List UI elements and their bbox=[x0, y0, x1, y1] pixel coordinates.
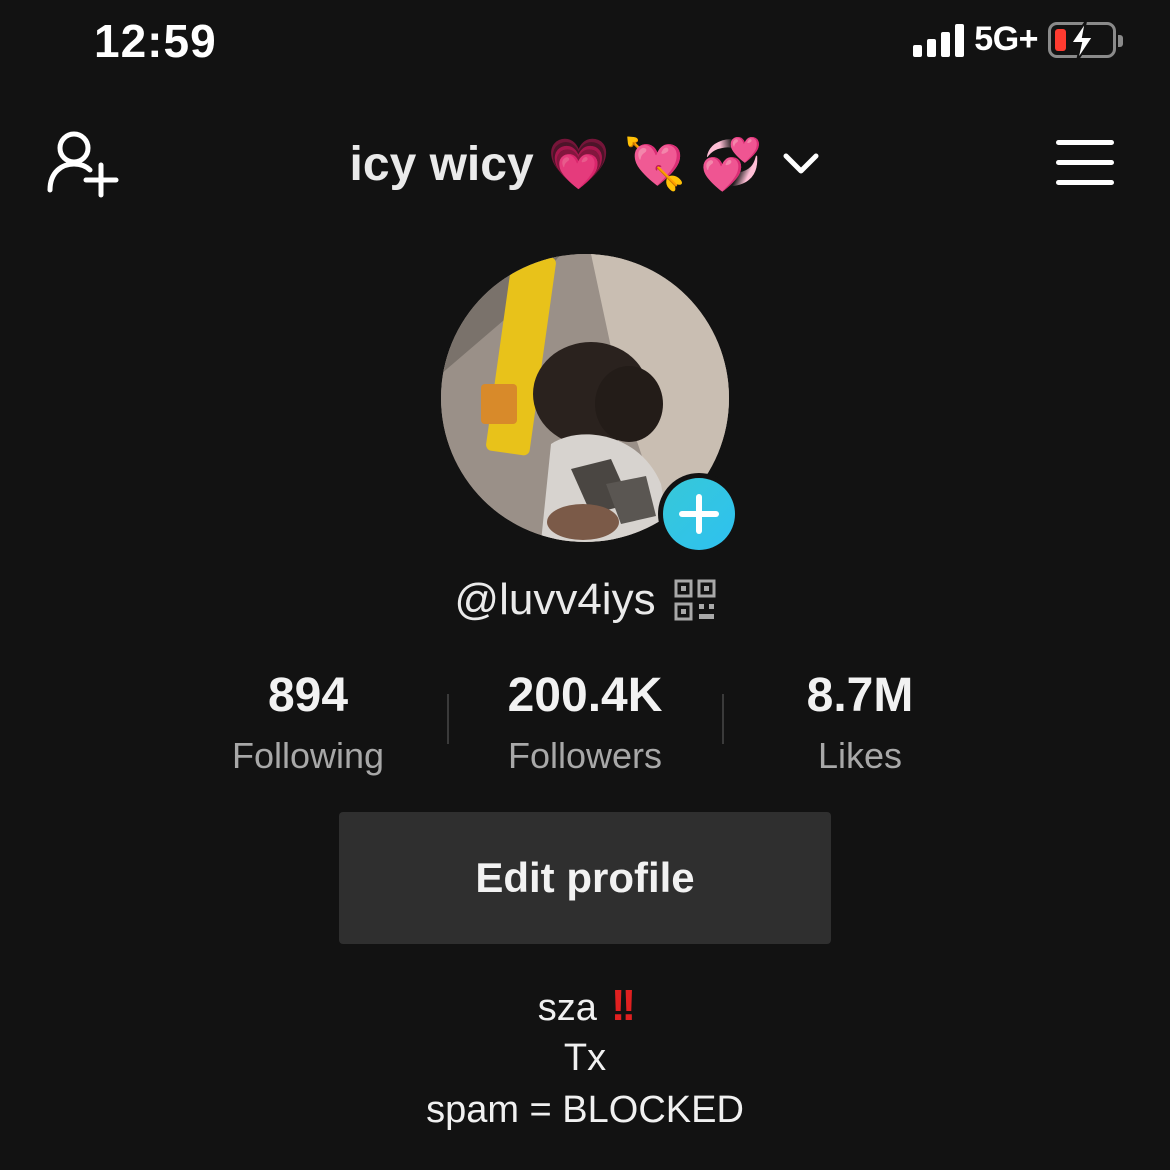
chevron-down-icon[interactable] bbox=[782, 151, 820, 177]
username-row: @luvv4iys bbox=[0, 570, 1170, 630]
battery-cap bbox=[1118, 34, 1123, 47]
bio-line-2: Tx bbox=[563, 1037, 607, 1079]
bio: sza!! Tx spam = BLOCKED bbox=[0, 980, 1170, 1136]
status-time: 12:59 bbox=[94, 15, 217, 67]
profile-stats: 894 Following 200.4K Followers 8.7M Like… bbox=[0, 668, 1170, 778]
following-label: Following bbox=[231, 735, 385, 776]
stat-following[interactable]: 894 Following bbox=[198, 668, 418, 777]
username: @luvv4iys bbox=[454, 575, 656, 624]
likes-label: Likes bbox=[817, 735, 903, 776]
menu-icon[interactable] bbox=[1056, 138, 1116, 188]
network-type: 5G+ bbox=[974, 20, 1038, 58]
qr-code-icon[interactable] bbox=[674, 579, 716, 621]
plus-icon bbox=[679, 494, 719, 534]
charging-bolt-icon bbox=[1069, 19, 1095, 62]
heart-arrow-emoji: 💘 bbox=[623, 136, 687, 192]
following-count: 894 bbox=[267, 669, 349, 722]
likes-count: 8.7M bbox=[806, 669, 914, 722]
bio-line-3: spam = BLOCKED bbox=[426, 1089, 744, 1131]
account-switcher[interactable]: icy wicy 💗 💘 💞 bbox=[0, 128, 1170, 200]
followers-label: Followers bbox=[507, 735, 663, 776]
stat-likes[interactable]: 8.7M Likes bbox=[750, 668, 970, 777]
two-hearts-emoji: 💞 bbox=[700, 136, 763, 192]
edit-profile-button[interactable]: Edit profile bbox=[339, 812, 831, 944]
status-indicators: 5G+ bbox=[913, 19, 1123, 62]
avatar-add-badge bbox=[663, 478, 735, 550]
account-name: icy wicy bbox=[349, 137, 534, 191]
profile-screen: 12:59 5G+ icy wicy 💗 💘 💞 @luvv4iys 894 F… bbox=[0, 0, 1170, 1170]
stat-followers[interactable]: 200.4K Followers bbox=[475, 668, 695, 777]
followers-count: 200.4K bbox=[507, 669, 663, 722]
signal-icon bbox=[913, 23, 965, 57]
add-story-button[interactable] bbox=[658, 473, 740, 555]
heart-emoji: 💗 bbox=[547, 136, 610, 192]
bio-line-1-text: sza bbox=[537, 987, 597, 1029]
battery-icon bbox=[1048, 19, 1123, 62]
battery-level bbox=[1055, 28, 1066, 51]
stat-divider bbox=[722, 694, 724, 744]
bio-line-1: sza!! bbox=[0, 980, 1170, 1032]
stat-divider bbox=[447, 694, 449, 744]
double-exclamation-emoji: !! bbox=[610, 981, 636, 1030]
